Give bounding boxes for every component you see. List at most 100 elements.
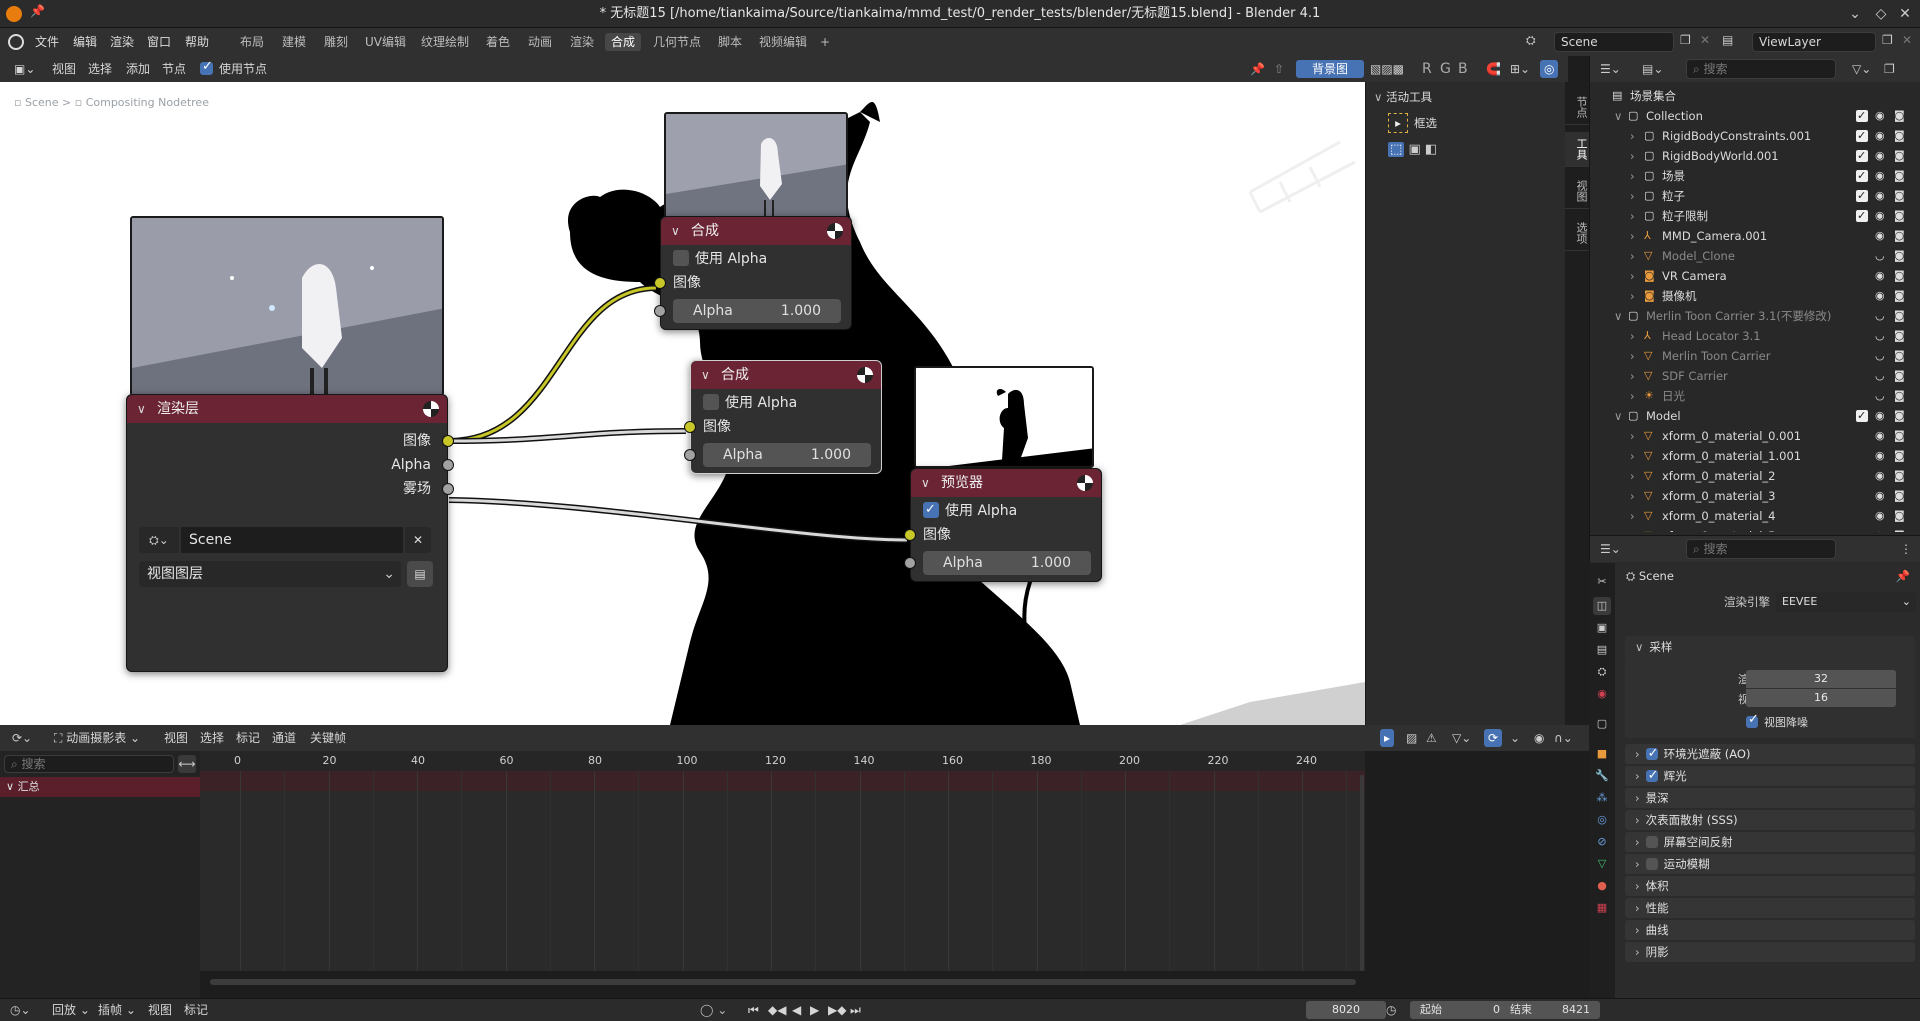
render-camera-icon[interactable]: ◙: [1894, 206, 1905, 226]
properties-search[interactable]: ⌕ 搜索: [1686, 539, 1836, 559]
outliner-row[interactable]: › ◙ VR Camera ◉ ◙: [1590, 266, 1920, 286]
outliner-editor-icon[interactable]: ☰⌄: [1596, 60, 1625, 78]
render-layers-header[interactable]: ∨ 渲染层: [127, 395, 447, 423]
keying-menu[interactable]: 插帧 ⌄: [98, 1002, 136, 1019]
visibility-eye-icon[interactable]: ◉: [1875, 146, 1885, 166]
summary-channel[interactable]: ∨ 汇总: [0, 777, 200, 797]
outliner-row[interactable]: › ⅄ MMD_Camera.001 ◉ ◙: [1590, 226, 1920, 246]
denoise-checkbox[interactable]: [1746, 712, 1759, 728]
collapse-chevron-icon[interactable]: ∨: [701, 361, 710, 389]
node-menu-view[interactable]: 视图: [48, 60, 80, 78]
exclude-checkbox[interactable]: [1856, 406, 1868, 426]
render-camera-icon[interactable]: ◙: [1894, 386, 1905, 406]
collapse-chevron-icon[interactable]: ∨: [671, 217, 680, 245]
view-menu[interactable]: 视图: [148, 1002, 172, 1019]
filter-icon[interactable]: ▽⌄: [1848, 60, 1875, 78]
render-engine-select[interactable]: EEVEE ⌄: [1776, 592, 1916, 612]
expand-chevron-icon[interactable]: ›: [1630, 366, 1635, 386]
collapse-chevron-icon[interactable]: ∨: [137, 395, 146, 423]
properties-section[interactable]: › 屏幕空间反射: [1625, 832, 1915, 852]
section-checkbox[interactable]: [1645, 766, 1659, 786]
node-menu-add[interactable]: 添加: [122, 60, 154, 78]
outliner-row[interactable]: › ▽ xform_0_material_0.001 ◉ ◙: [1590, 426, 1920, 446]
render-camera-icon[interactable]: ◙: [1894, 246, 1905, 266]
render-camera-icon[interactable]: ◙: [1894, 266, 1905, 286]
tab-rendering[interactable]: 渲染: [564, 33, 600, 51]
mode-subtract-icon[interactable]: ◧: [1425, 142, 1437, 157]
outliner-row[interactable]: › ▽ Model_Clone ◡ ◙: [1590, 246, 1920, 266]
composite1-header[interactable]: ∨ 合成: [661, 217, 851, 245]
properties-section[interactable]: › 次表面散射 (SSS): [1625, 810, 1915, 830]
mode-new-icon[interactable]: ⬚: [1388, 142, 1405, 157]
visibility-eye-icon[interactable]: ◉: [1875, 266, 1885, 286]
visibility-eye-icon[interactable]: ◉: [1875, 526, 1885, 532]
expand-chevron-icon[interactable]: ›: [1630, 526, 1635, 532]
view-layer-select[interactable]: 视图图层 ⌄: [139, 561, 401, 587]
exclude-checkbox[interactable]: [1856, 206, 1868, 226]
tab-modeling[interactable]: 建模: [276, 33, 312, 51]
visibility-eye-icon[interactable]: ◡: [1875, 366, 1885, 386]
select-box-tool[interactable]: ▸ 框选: [1388, 112, 1558, 134]
render-camera-icon[interactable]: ◙: [1894, 366, 1905, 386]
input-socket-image[interactable]: [654, 277, 666, 289]
preview-range-icon[interactable]: ◷: [1386, 1002, 1396, 1019]
output-socket-mist[interactable]: [442, 483, 454, 495]
visibility-eye-icon[interactable]: ◉: [1875, 506, 1885, 526]
visibility-eye-icon[interactable]: ◉: [1875, 286, 1885, 306]
constraints-tab-icon[interactable]: ⊘: [1593, 833, 1611, 851]
output-socket-alpha[interactable]: [442, 459, 454, 471]
outliner-row[interactable]: › ▽ Merlin Toon Carrier ◡ ◙: [1590, 346, 1920, 366]
properties-section[interactable]: › 景深: [1625, 788, 1915, 808]
outliner-row[interactable]: › ▽ xform_0_material_1.001 ◉ ◙: [1590, 446, 1920, 466]
tab-node[interactable]: 节点: [1565, 90, 1589, 125]
tab-sculpting[interactable]: 雕刻: [318, 33, 354, 51]
tab-geometry-nodes[interactable]: 几何节点: [647, 33, 707, 51]
composite-node-2[interactable]: ∨ 合成 使用 Alpha 图像 Alpha 1.000: [684, 360, 882, 474]
channel-g-button[interactable]: G: [1436, 60, 1455, 78]
expand-chevron-icon[interactable]: ›: [1630, 146, 1635, 166]
tab-shading[interactable]: 着色: [480, 33, 516, 51]
render-layers-node[interactable]: ∨ 渲染层 图像 Alpha 雾场 ⛭⌄ Scene ✕ 视图图层 ⌄ ▤: [126, 394, 454, 672]
visibility-eye-icon[interactable]: ◡: [1875, 306, 1885, 326]
input-socket-alpha[interactable]: [684, 449, 696, 461]
properties-section[interactable]: › 运动模糊: [1625, 854, 1915, 874]
add-workspace-icon[interactable]: +: [814, 33, 836, 51]
current-frame-field[interactable]: 8020: [1306, 1001, 1386, 1019]
outliner-row[interactable]: ∨ ▢ Collection ◉ ◙: [1590, 106, 1920, 126]
use-alpha-checkbox[interactable]: [673, 250, 689, 266]
menu-help[interactable]: 帮助: [180, 33, 214, 51]
start-frame-field[interactable]: 起始 0: [1410, 1001, 1510, 1019]
expand-chevron-icon[interactable]: ›: [1630, 226, 1635, 246]
scene-type-icon[interactable]: ⛭: [1526, 33, 1536, 48]
snap-mode-icon[interactable]: ⌄: [1506, 729, 1524, 747]
exclude-checkbox[interactable]: [1856, 126, 1868, 146]
dopesheet-editor-icon[interactable]: ⟳⌄: [8, 729, 36, 747]
viewer-header[interactable]: ∨ 预览器: [911, 469, 1101, 497]
snap-target-icon[interactable]: ⊞⌄: [1506, 60, 1534, 78]
jump-end-icon[interactable]: ⏭: [850, 1002, 861, 1019]
texture-tab-icon[interactable]: ▦: [1593, 899, 1611, 917]
expand-chevron-icon[interactable]: ›: [1630, 486, 1635, 506]
play-reverse-icon[interactable]: ◀: [792, 1002, 801, 1019]
outliner-row[interactable]: ▤ 场景集合: [1590, 86, 1920, 106]
viewlayer-icon[interactable]: ▤: [1722, 33, 1733, 47]
proportional-icon[interactable]: ◉: [1530, 729, 1548, 747]
composite2-alpha-slider[interactable]: Alpha 1.000: [684, 443, 871, 467]
node-menu-node[interactable]: 节点: [158, 60, 190, 78]
blender-menu-icon[interactable]: [8, 34, 24, 50]
dopesheet-menu-select[interactable]: 选择: [196, 729, 228, 747]
node-canvas[interactable]: ▫ Scene > ▫ Compositing Nodetree ∨ 渲染层 图像…: [0, 82, 1365, 725]
composite2-header[interactable]: ∨ 合成: [691, 361, 881, 389]
display-mode-icon[interactable]: ▤⌄: [1638, 60, 1667, 78]
render-camera-icon[interactable]: ◙: [1894, 286, 1905, 306]
properties-section[interactable]: › 性能: [1625, 898, 1915, 918]
sampling-panel-header[interactable]: ∨ 采样: [1625, 636, 1915, 658]
visibility-eye-icon[interactable]: ◉: [1875, 406, 1885, 426]
visibility-eye-icon[interactable]: ◉: [1875, 106, 1885, 126]
tab-layout[interactable]: 布局: [234, 33, 270, 51]
scene-tab-icon[interactable]: ⛭: [1593, 663, 1611, 681]
visibility-eye-icon[interactable]: ◉: [1875, 126, 1885, 146]
expand-chevron-icon[interactable]: ∨: [1614, 406, 1622, 426]
unlink-scene-icon[interactable]: ✕: [405, 527, 431, 553]
expand-chevron-icon[interactable]: ›: [1630, 326, 1635, 346]
